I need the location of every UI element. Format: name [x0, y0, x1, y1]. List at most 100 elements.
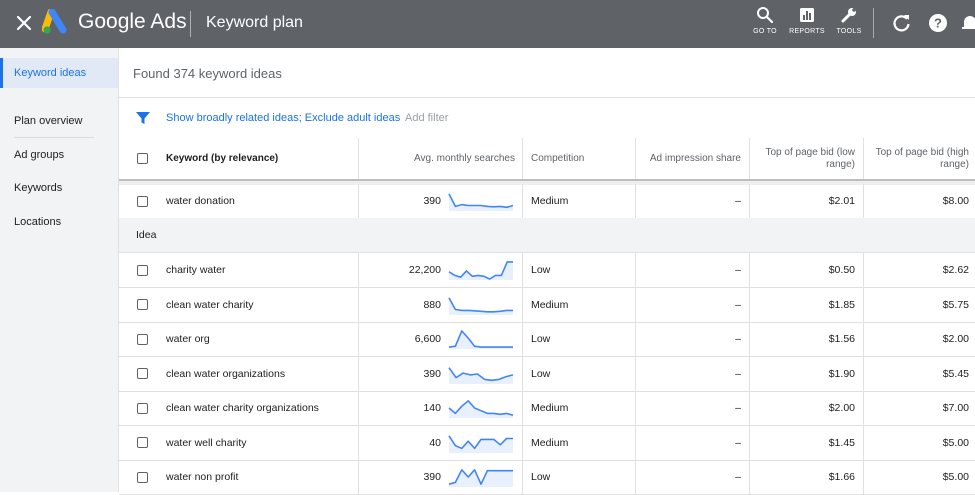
header-ad-impression-share[interactable]: Ad impression share — [635, 138, 749, 179]
row-select-cell — [137, 391, 148, 425]
row-select-cell — [137, 253, 148, 287]
nav-divider — [14, 137, 94, 138]
impression-share-cell: – — [635, 391, 749, 425]
close-icon[interactable] — [13, 12, 35, 34]
trend-sparkline — [448, 399, 514, 418]
nav-item-locations[interactable]: Locations — [0, 207, 118, 237]
header-bid-high[interactable]: Top of page bid (high range) — [863, 138, 975, 179]
google-ads-logo-icon — [42, 9, 67, 34]
bid-low-cell: $1.45 — [749, 425, 863, 460]
table-row[interactable]: clean water charity 880 Medium – $1.85 $5.75 — [119, 287, 975, 323]
bid-high-cell: $2.00 — [863, 322, 975, 356]
row-checkbox[interactable] — [137, 299, 148, 310]
notifications-icon[interactable] — [958, 11, 975, 35]
bid-low-cell: $1.56 — [749, 322, 863, 356]
table-row[interactable]: water donation 390 Medium – $2.01 $8.00 — [119, 184, 975, 219]
search-icon — [757, 7, 774, 24]
trend-sparkline — [448, 193, 514, 211]
nav-item-ad-groups[interactable]: Ad groups — [0, 140, 118, 170]
left-nav: Keyword ideas Plan overview Ad groups Ke… — [0, 48, 119, 492]
competition-cell: Medium — [522, 287, 635, 322]
bid-high-cell: $5.45 — [863, 356, 975, 391]
row-checkbox[interactable] — [137, 333, 148, 345]
avg-searches-value: 6,600 — [414, 333, 441, 345]
help-icon[interactable]: ? — [926, 11, 950, 35]
competition-cell: Low — [522, 322, 635, 356]
reports-icon — [800, 8, 814, 22]
bid-low-cell: $1.90 — [749, 356, 863, 391]
row-checkbox[interactable] — [137, 195, 148, 207]
table-row[interactable]: water well charity 40 Medium – $1.45 $5.00 — [119, 425, 975, 461]
table-row[interactable]: clean water organizations 390 Low – $1.90 $5.… — [119, 356, 975, 392]
keyword-cell: water well charity — [166, 436, 247, 449]
avg-searches-cell: 880 — [358, 287, 522, 322]
keyword-cell: clean water organizations — [166, 367, 286, 380]
avg-searches-cell: 6,600 — [358, 322, 522, 356]
keyword-cell: clean water charity organizations — [166, 402, 319, 414]
keyword-cell: charity water — [166, 264, 226, 276]
nav-item-keyword-ideas[interactable]: Keyword ideas — [0, 58, 118, 88]
bid-low-cell: $1.85 — [749, 287, 863, 322]
row-select-cell — [137, 357, 148, 391]
tools-button[interactable]: TOOLS — [829, 6, 869, 42]
svg-text:?: ? — [934, 16, 942, 31]
impression-share-cell: – — [635, 184, 749, 218]
row-checkbox[interactable] — [137, 368, 148, 379]
competition-cell: Low — [522, 356, 635, 391]
table-row[interactable]: charity water 22,200 Low – $0.50 $2.62 — [119, 253, 975, 288]
goto-label: GO TO — [753, 28, 777, 35]
header-competition[interactable]: Competition — [522, 138, 635, 179]
avg-searches-value: 390 — [423, 195, 441, 207]
avg-searches-value: 390 — [423, 471, 441, 483]
trend-sparkline — [448, 261, 513, 280]
reports-button[interactable]: REPORTS — [787, 6, 827, 42]
avg-searches-value: 140 — [423, 402, 441, 414]
avg-searches-value: 22,200 — [408, 264, 441, 276]
header-keyword[interactable]: Keyword (by relevance) — [166, 138, 356, 179]
tools-label: TOOLS — [836, 28, 862, 35]
add-filter-button[interactable]: Add filter — [405, 112, 448, 124]
row-checkbox[interactable] — [137, 264, 148, 276]
impression-share-cell: – — [635, 356, 749, 391]
row-checkbox[interactable] — [137, 402, 148, 414]
nav-item-plan-overview[interactable]: Plan overview — [0, 106, 118, 136]
row-checkbox[interactable] — [137, 437, 148, 448]
impression-share-cell: – — [635, 460, 749, 494]
trend-sparkline — [448, 468, 513, 487]
competition-cell: Low — [522, 253, 635, 287]
table-row[interactable]: water non profit 390 Low – $1.66 $5.00 — [119, 460, 975, 495]
competition-cell: Low — [522, 460, 635, 494]
header-avg-monthly-searches[interactable]: Avg. monthly searches — [358, 138, 522, 179]
nav-item-keywords[interactable]: Keywords — [0, 173, 118, 203]
table-row[interactable]: clean water charity organizations 140 Medi… — [119, 391, 975, 426]
bid-low-cell: $2.01 — [749, 184, 863, 218]
bid-low-cell: $1.66 — [749, 460, 863, 494]
bid-high-cell: $8.00 — [863, 184, 975, 218]
keyword-cell: clean water charity — [166, 298, 254, 311]
table-row[interactable]: water org 6,600 Low – $1.56 $2.00 — [119, 322, 975, 357]
bid-high-cell: $5.00 — [863, 460, 975, 494]
trend-sparkline — [448, 330, 513, 349]
refresh-icon[interactable] — [890, 11, 914, 35]
wrench-icon — [841, 8, 856, 23]
main-content: Found 374 keyword ideas Show broadly rel… — [119, 48, 975, 495]
avg-searches-cell: 390 — [358, 356, 522, 391]
keyword-cell: water org — [166, 333, 210, 345]
brand-divider — [190, 11, 191, 37]
header-bid-low[interactable]: Top of page bid (low range) — [749, 138, 863, 179]
row-select-cell — [137, 460, 148, 494]
results-count: Found 374 keyword ideas — [133, 66, 282, 81]
select-all-checkbox[interactable] — [137, 153, 148, 164]
bid-high-cell: $7.00 — [863, 391, 975, 425]
avg-searches-cell: 22,200 — [358, 253, 522, 287]
row-select-cell — [137, 288, 148, 322]
goto-button[interactable]: GO TO — [745, 6, 785, 42]
active-filters-link[interactable]: Show broadly related ideas; Exclude adul… — [166, 112, 400, 124]
avg-searches-value: 390 — [423, 367, 441, 380]
filter-icon[interactable] — [135, 110, 151, 126]
avg-searches-cell: 390 — [358, 460, 522, 494]
row-checkbox[interactable] — [137, 471, 148, 483]
trend-sparkline — [448, 366, 514, 384]
bid-high-cell: $5.00 — [863, 425, 975, 460]
divider — [119, 97, 975, 98]
